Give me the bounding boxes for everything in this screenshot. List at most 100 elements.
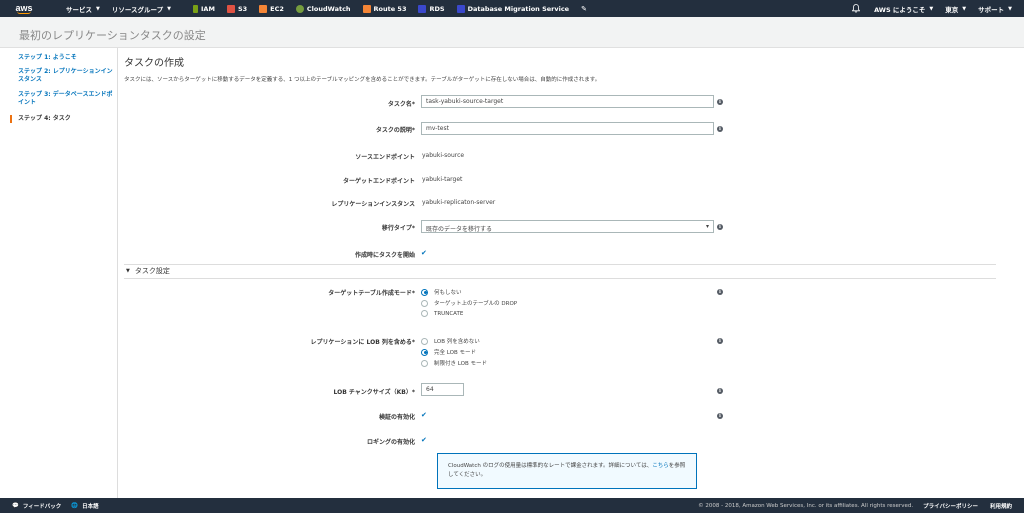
shortcut-cloudwatch[interactable]: CloudWatch xyxy=(290,0,357,17)
section-divider xyxy=(124,278,996,279)
wizard-steps-sidebar: ステップ 1: ようこそ ステップ 2: レプリケーションインスタンス ステップ… xyxy=(0,48,118,498)
shortcut-label: S3 xyxy=(237,4,248,13)
top-navigation-bar: aws サービス ▼ リソースグループ ▼ IAM S3 EC2 CloudWatc… xyxy=(0,0,1024,17)
lob-option[interactable]: LOB 列を含めない xyxy=(421,337,480,345)
shortcut-dms[interactable]: Database Migration Service xyxy=(451,0,576,17)
language-label: 日本語 xyxy=(82,503,99,510)
target-table-mode-option[interactable]: 何もしない xyxy=(421,288,462,296)
step-3-link[interactable]: ステップ 3: データベースエンドポイント xyxy=(18,91,114,107)
info-icon[interactable]: i xyxy=(717,126,723,132)
task-name-label: タスク名* xyxy=(387,101,415,108)
pin-icon[interactable]: ✎ xyxy=(575,0,593,17)
logging-label: ロギングの有効化 xyxy=(366,439,415,446)
validation-checkbox[interactable]: ✔ xyxy=(421,411,429,419)
account-menu[interactable]: AWS にようこそ ▼ xyxy=(868,0,939,17)
shortcut-route53[interactable]: Route 53 xyxy=(357,0,413,17)
language-selector[interactable]: 🌐 日本語 xyxy=(61,502,98,510)
option-label: 制限付き LOB モード xyxy=(434,361,487,367)
lob-columns-label: レプリケーションに LOB 列を含める* xyxy=(310,339,415,346)
replication-instance-value: yabuki-replicaton-server xyxy=(422,199,496,206)
option-label: LOB 列を含めない xyxy=(434,339,480,345)
page-title: 最初のレプリケーションタスクの設定 xyxy=(19,29,206,42)
resource-groups-menu[interactable]: リソースグループ ▼ xyxy=(106,0,177,17)
page-header: 最初のレプリケーションタスクの設定 xyxy=(0,17,1024,48)
services-menu[interactable]: サービス ▼ xyxy=(60,0,106,17)
task-description-label: タスクの説明* xyxy=(375,127,415,134)
shortcut-iam[interactable]: IAM xyxy=(187,0,221,17)
migration-type-selected: 既存のデータを移行する xyxy=(426,226,493,233)
aws-logo[interactable]: aws xyxy=(0,0,40,17)
radio[interactable] xyxy=(421,310,428,317)
caret-down-icon: ▾ xyxy=(705,223,709,230)
main-title: タスクの作成 xyxy=(124,58,184,69)
cloudwatch-pricing-notice: CloudWatch のログの使用量は標準的なレートで課金されます。詳細について… xyxy=(437,453,697,489)
shortcut-ec2[interactable]: EC2 xyxy=(253,0,290,17)
target-endpoint-label: ターゲットエンドポイント xyxy=(342,178,415,185)
option-label: 何もしない xyxy=(434,290,462,296)
shortcut-label: CloudWatch xyxy=(306,4,351,13)
lob-option[interactable]: 制限付き LOB モード xyxy=(421,359,487,367)
radio[interactable] xyxy=(421,359,428,367)
main-description: タスクには、ソースからターゲットに移動するデータを定義する、1 つ以上のテーブル… xyxy=(124,77,601,83)
radio[interactable] xyxy=(421,299,428,307)
task-settings-section-toggle[interactable]: ▼ タスク設定 xyxy=(126,266,170,276)
shortcut-s3[interactable]: S3 xyxy=(221,0,253,17)
info-icon[interactable]: i xyxy=(717,224,723,230)
step-1-link[interactable]: ステップ 1: ようこそ xyxy=(18,54,114,62)
source-endpoint-value: yabuki-source xyxy=(422,152,465,159)
info-icon[interactable]: i xyxy=(717,413,723,419)
info-icon[interactable]: i xyxy=(717,338,723,344)
shortcut-label: Database Migration Service xyxy=(467,4,570,13)
shortcut-rds[interactable]: RDS xyxy=(412,0,450,17)
bell-icon[interactable] xyxy=(850,0,862,17)
caret-down-icon: ▼ xyxy=(96,5,100,12)
feedback-button[interactable]: 💬 フィードバック xyxy=(0,502,61,510)
logging-checkbox[interactable]: ✔ xyxy=(421,436,429,444)
caret-down-icon: ▼ xyxy=(962,5,967,12)
aws-smile-icon xyxy=(17,11,31,14)
support-label: サポート xyxy=(978,5,1005,14)
info-icon[interactable]: i xyxy=(717,289,723,295)
caret-down-icon: ▼ xyxy=(167,5,172,12)
cloudwatch-icon xyxy=(295,4,304,13)
caret-down-icon: ▼ xyxy=(126,268,130,274)
target-table-mode-option[interactable]: TRUNCATE xyxy=(421,310,463,317)
task-description-input[interactable] xyxy=(421,122,714,135)
radio-selected[interactable] xyxy=(421,348,428,356)
option-label: 完全 LOB モード xyxy=(434,350,476,356)
section-title: タスク設定 xyxy=(134,267,170,275)
option-label: TRUNCATE xyxy=(434,310,464,317)
lob-chunk-size-input[interactable] xyxy=(421,383,464,396)
main-panel: タスクの作成 タスクには、ソースからターゲットに移動するデータを定義する、1 つ… xyxy=(118,48,1024,498)
info-icon[interactable]: i xyxy=(717,99,723,105)
radio[interactable] xyxy=(421,337,428,345)
info-icon[interactable]: i xyxy=(717,388,723,394)
notice-link[interactable]: こちら xyxy=(652,463,669,469)
target-table-mode-option[interactable]: ターゲット上のテーブルの DROP xyxy=(421,299,517,307)
globe-icon: 🌐 xyxy=(71,502,79,509)
target-endpoint-value: yabuki-target xyxy=(422,176,463,183)
terms-link[interactable]: 利用規約 xyxy=(990,502,1012,510)
lob-option[interactable]: 完全 LOB モード xyxy=(421,348,476,356)
region-menu[interactable]: 東京 ▼ xyxy=(939,0,972,17)
privacy-policy-link[interactable]: プライバシーポリシー xyxy=(923,502,978,510)
start-on-create-checkbox[interactable]: ✔ xyxy=(421,249,429,257)
lob-chunk-size-label: LOB チャンクサイズ（KB）* xyxy=(333,389,416,396)
migration-type-select[interactable]: 既存のデータを移行する ▾ xyxy=(421,220,714,233)
speech-bubble-icon: 💬 xyxy=(12,502,19,509)
footer-bar: 💬 フィードバック 🌐 日本語 © 2008 - 2018, Amazon We… xyxy=(0,498,1024,513)
dms-icon xyxy=(456,4,465,13)
route53-icon xyxy=(362,4,371,13)
copyright-text: © 2008 - 2018, Amazon Web Services, Inc.… xyxy=(698,502,914,509)
shortcut-label: EC2 xyxy=(270,4,284,13)
section-divider xyxy=(124,264,996,265)
shortcut-label: Route 53 xyxy=(373,4,407,13)
task-name-input[interactable] xyxy=(421,95,714,108)
notice-text: CloudWatch のログの使用量は標準的なレートで課金されます。詳細について… xyxy=(448,463,653,469)
services-label: サービス xyxy=(66,5,92,14)
step-4-current: ステップ 4: タスク xyxy=(18,115,71,122)
support-menu[interactable]: サポート ▼ xyxy=(972,0,1024,17)
step-2-link[interactable]: ステップ 2: レプリケーションインスタンス xyxy=(18,68,114,84)
s3-icon xyxy=(226,4,235,13)
radio-selected[interactable] xyxy=(421,288,428,296)
